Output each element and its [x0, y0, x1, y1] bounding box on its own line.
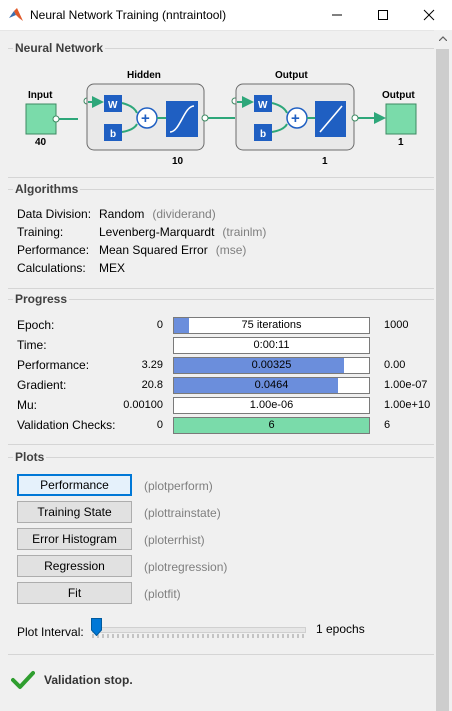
status-message: Validation stop.: [44, 673, 133, 687]
progress-value: 75 iterations: [241, 319, 302, 331]
algorithm-label: Data Division:: [17, 207, 92, 221]
progress-max: 1.00e+10: [384, 399, 431, 411]
panel-title: Progress: [13, 292, 70, 306]
algorithm-value: Levenberg-Marquardt: [99, 225, 215, 239]
algorithm-value: Random: [99, 207, 145, 221]
progress-value: 6: [268, 419, 275, 431]
algorithm-label: Calculations:: [17, 261, 86, 275]
input-label: Input: [28, 90, 53, 101]
plot-training-state-button[interactable]: Training State: [17, 501, 132, 523]
input-size: 40: [35, 137, 47, 148]
input-block: [25, 103, 57, 135]
plot-function-hint: (plotregression): [144, 560, 228, 574]
progress-max: 1000: [384, 319, 409, 331]
output-size: 1: [398, 137, 404, 148]
algorithm-hint: (mse): [215, 243, 247, 257]
panel-title: Plots: [13, 450, 47, 464]
plot-function-hint: (plottrainstate): [144, 506, 221, 520]
progress-min: 0.00100: [123, 399, 163, 411]
progress-value: 0:00:11: [253, 339, 290, 351]
progress-min: 0: [156, 319, 163, 331]
plot-function-hint: (plotperform): [144, 479, 213, 493]
progress-min: 3.29: [141, 359, 163, 371]
output-bias-symbol: b: [260, 129, 266, 140]
hidden-bias-symbol: b: [110, 129, 116, 140]
matlab-logo-icon: [9, 8, 23, 21]
network-diagram: Input 40 Hidden W b + 10 Output W b + 1 …: [25, 70, 417, 167]
plot-interval-label: Plot Interval:: [17, 625, 84, 639]
progress-label: Performance:: [17, 358, 90, 372]
plot-function-hint: (ploterrhist): [144, 533, 205, 547]
progress-value: 0.0464: [254, 379, 289, 391]
slider-ticks: [92, 634, 304, 638]
progress-min: 20.8: [141, 379, 163, 391]
progress-min: 0: [156, 419, 163, 431]
hidden-label: Hidden: [127, 70, 161, 81]
output-weight-symbol: W: [258, 100, 268, 111]
plot-interval-slider[interactable]: [92, 627, 306, 633]
progress-bar: 75 iterations: [173, 317, 370, 334]
input-node: [52, 115, 60, 123]
algorithm-label: Training:: [17, 225, 64, 239]
algorithm-hint: (dividerand): [152, 207, 216, 221]
window-title: Neural Network Training (nntraintool): [30, 8, 227, 22]
close-button[interactable]: [406, 0, 452, 30]
plot-error-histogram-button[interactable]: Error Histogram: [17, 528, 132, 550]
output-layer-size: 1: [322, 156, 328, 167]
progress-label: Gradient:: [17, 378, 67, 392]
output-layer-label: Output: [275, 70, 308, 81]
checkmark-icon: [11, 671, 35, 689]
minimize-button[interactable]: [314, 0, 360, 30]
progress-label: Mu:: [17, 398, 38, 412]
hidden-weight-symbol: W: [108, 100, 118, 111]
output-block: [385, 103, 417, 135]
title-bar: Neural Network Training (nntraintool): [0, 0, 452, 31]
panel-title: Neural Network: [13, 41, 106, 55]
progress-label: Time:: [17, 338, 47, 352]
algorithm-value: Mean Squared Error: [99, 243, 208, 257]
maximize-icon: [378, 10, 388, 20]
progress-bar: 0:00:11: [173, 337, 370, 354]
plot-fit-button[interactable]: Fit: [17, 582, 132, 604]
scroll-thumb[interactable]: [436, 49, 449, 711]
vertical-scrollbar[interactable]: [434, 30, 452, 711]
chevron-up-icon: [439, 36, 447, 41]
close-icon: [423, 9, 435, 21]
progress-max: 1.00e-07: [384, 379, 428, 391]
maximize-button[interactable]: [360, 0, 406, 30]
plot-regression-button[interactable]: Regression: [17, 555, 132, 577]
algorithm-label: Performance:: [17, 243, 90, 257]
plot-function-hint: (plotfit): [144, 587, 181, 601]
hidden-size: 10: [172, 156, 184, 167]
progress-value: 0.00325: [251, 359, 292, 371]
progress-bar: 1.00e-06: [173, 397, 370, 414]
progress-bar: 0.00325: [173, 357, 370, 374]
progress-max: 0.00: [384, 359, 406, 371]
plot-performance-button[interactable]: Performance: [17, 474, 132, 496]
svg-text:+: +: [291, 110, 300, 127]
output-label: Output: [382, 90, 415, 101]
minimize-icon: [332, 14, 342, 16]
progress-bar: 6: [173, 417, 370, 434]
progress-bar: 0.0464: [173, 377, 370, 394]
progress-value: 1.00e-06: [249, 399, 294, 411]
scroll-up-button[interactable]: [434, 30, 452, 47]
progress-label: Epoch:: [17, 318, 55, 332]
slider-thumb[interactable]: [91, 618, 102, 636]
svg-text:+: +: [141, 110, 150, 127]
algorithm-value: MEX: [99, 261, 126, 275]
plot-interval-value: 1 epochs: [316, 622, 365, 636]
panel-title: Algorithms: [13, 182, 81, 196]
progress-max: 6: [384, 419, 391, 431]
algorithm-hint: (trainlm): [222, 225, 267, 239]
